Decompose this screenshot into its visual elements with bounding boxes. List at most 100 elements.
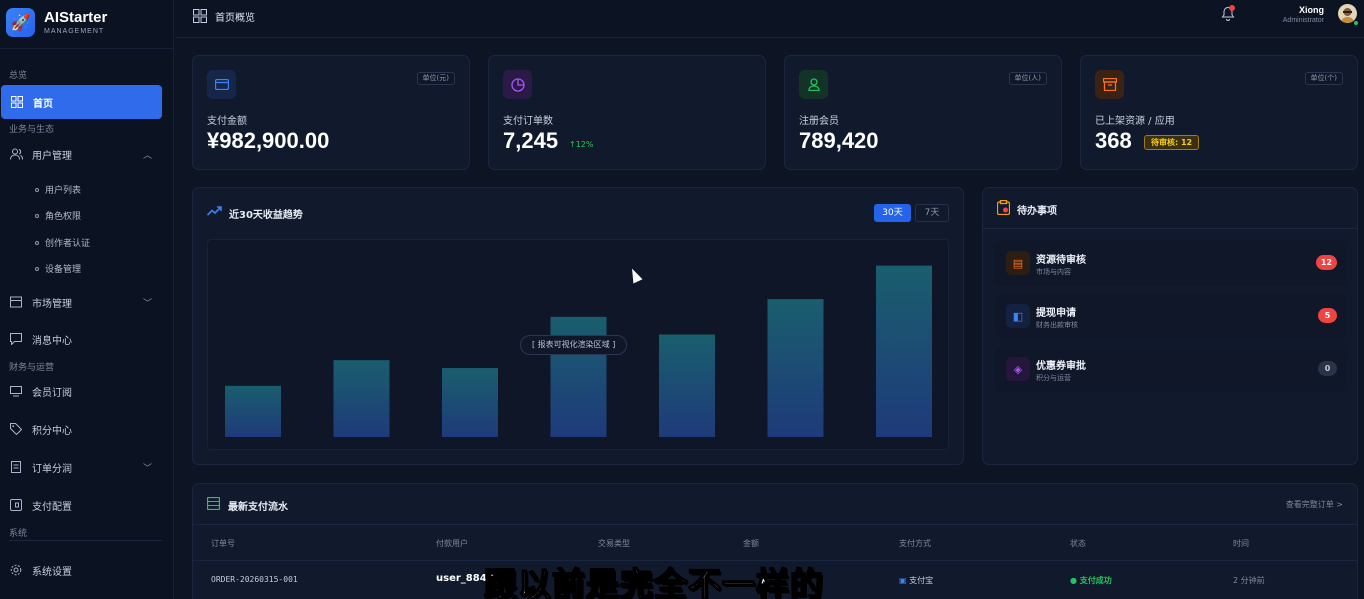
sidebar-sub-user-list[interactable]: 用户列表: [35, 183, 81, 196]
top-header: 首页概览 Xiong Administrator: [175, 0, 1364, 38]
todo-item-sub: 积分与运营: [1036, 374, 1071, 382]
unit-badge: 单位(个): [1304, 72, 1343, 85]
chart-placeholder-label: [ 报表可视化渲染区域 ]: [520, 335, 628, 355]
sidebar-item-messages[interactable]: 消息中心: [0, 325, 174, 353]
column-header[interactable]: 订单号: [211, 538, 235, 549]
points-icon: [9, 422, 23, 436]
rocket-icon: 🚀: [6, 7, 35, 37]
section-system: 系统: [9, 529, 28, 539]
sidebar-item-membership[interactable]: 会员订阅: [0, 377, 174, 405]
user-role: Administrator: [1282, 17, 1324, 24]
card-icon: [207, 70, 236, 99]
column-header[interactable]: 交易类型: [598, 538, 630, 549]
order-icon: [9, 460, 23, 474]
todo-item-resource-review[interactable]: ▤ 资源待审核 市场与内容 12: [995, 241, 1347, 286]
stat-value: ¥982,900.00: [207, 128, 330, 153]
column-header[interactable]: 金额: [743, 538, 759, 549]
todo-card: 待办事项 ▤ 资源待审核 市场与内容 12 ◧ 提现申请 财务出款审核 5 ◈ …: [982, 187, 1358, 465]
sidebar-item-points[interactable]: 积分中心: [0, 415, 174, 443]
dashboard-icon: [10, 95, 24, 109]
divider: [0, 48, 174, 49]
sidebar: 🚀 AIStarter MANAGEMENT 总览 首页 业务与生态 用户管理 …: [0, 0, 174, 599]
status-badge: ● 支付成功: [1070, 576, 1112, 585]
sidebar-item-label: 支付配置: [32, 501, 72, 513]
sidebar-item-label: 积分中心: [32, 425, 72, 437]
todo-item-sub: 财务出款审核: [1036, 321, 1078, 329]
bar-2[interactable]: [333, 360, 390, 437]
stat-card-orders: 支付订单数 7,245 ↑12%: [488, 55, 766, 170]
user-icon: [799, 70, 828, 99]
order-id-cell[interactable]: ORDER-20260315-001: [211, 575, 298, 584]
stat-label: 已上架资源 / 应用: [1095, 116, 1175, 127]
store-icon: [9, 295, 23, 309]
divider: [9, 540, 162, 541]
sidebar-sub-roles[interactable]: 角色权限: [35, 209, 81, 222]
column-header[interactable]: 时间: [1233, 538, 1249, 549]
sidebar-item-label: 首页: [33, 98, 53, 110]
sidebar-item-payment[interactable]: 支付配置: [0, 491, 174, 519]
trend-up-label: ↑12%: [569, 140, 594, 149]
sidebar-item-label: 订单分润: [32, 463, 72, 475]
payment-icon: [9, 498, 23, 512]
todo-item-withdraw[interactable]: ◧ 提现申请 财务出款审核 5: [995, 294, 1347, 339]
brand[interactable]: 🚀 AIStarter MANAGEMENT: [6, 6, 107, 38]
sidebar-item-settings[interactable]: 系统设置: [0, 556, 174, 584]
chevron-down-icon: ﹀: [142, 463, 152, 474]
trending-up-icon: [206, 205, 222, 220]
unit-badge: 单位(人): [1008, 72, 1047, 85]
video-subtitle: 跟以前是完全不一样的: [483, 564, 824, 599]
column-header[interactable]: 状态: [1070, 538, 1086, 549]
stat-card-members: 单位(人) 注册会员 789,420: [784, 55, 1062, 170]
time-cell: 2 分钟前: [1233, 576, 1265, 585]
sidebar-item-label: 消息中心: [32, 335, 72, 347]
revenue-trend-card: 近30天收益趋势 30天 7天 [ 报表可视化渲染区域 ]: [192, 187, 964, 465]
section-finance: 财务与运营: [9, 363, 55, 373]
archive-icon: [1095, 70, 1124, 99]
todo-title: 待办事项: [1017, 206, 1057, 217]
stat-label: 支付订单数: [503, 116, 553, 127]
stat-card-resources: 单位(个) 已上架资源 / 应用 368 待审核: 12: [1080, 55, 1358, 170]
bar-6[interactable]: [767, 299, 824, 437]
stat-label: 注册会员: [799, 116, 839, 127]
sidebar-item-users[interactable]: 用户管理 ︿: [0, 140, 174, 168]
todo-item-name: 提现申请: [1036, 308, 1076, 319]
unit-badge: 单位(元): [416, 72, 455, 85]
todo-item-name: 优惠券审批: [1036, 361, 1086, 372]
range-30d-button[interactable]: 30天: [874, 204, 911, 222]
page-title: 首页概览: [215, 13, 255, 24]
sidebar-item-market[interactable]: 市场管理 ﹀: [0, 288, 174, 316]
chart-card-title: 近30天收益趋势: [229, 210, 303, 221]
sidebar-item-label: 系统设置: [32, 566, 72, 578]
chevron-down-icon: ﹀: [142, 298, 152, 309]
bar-7[interactable]: [876, 265, 932, 437]
bar-3[interactable]: [442, 368, 498, 437]
bar-5[interactable]: [659, 334, 715, 437]
sidebar-sub-creator[interactable]: 创作者认证: [35, 236, 90, 249]
count-badge: 0: [1318, 361, 1337, 376]
range-7d-button[interactable]: 7天: [915, 204, 949, 222]
bar-1[interactable]: [225, 385, 281, 437]
clipboard-icon: [996, 199, 1011, 219]
wallet-icon: ◧: [1006, 304, 1030, 328]
message-icon: [9, 332, 23, 346]
sidebar-item-home[interactable]: 首页: [1, 85, 162, 119]
alipay-icon: ▣: [899, 576, 907, 585]
count-badge: 12: [1315, 255, 1337, 270]
payment-method-cell: ▣ 支付宝: [899, 576, 934, 585]
section-overview: 总览: [9, 71, 28, 81]
todo-item-coupon[interactable]: ◈ 优惠券审批 积分与运营 0: [995, 347, 1347, 392]
table-icon: [206, 496, 221, 514]
dashboard-icon: [193, 8, 207, 23]
section-business: 业务与生态: [9, 125, 55, 135]
sidebar-sub-devices[interactable]: 设备管理: [35, 262, 81, 275]
sidebar-item-orders[interactable]: 订单分润 ﹀: [0, 453, 174, 481]
column-header[interactable]: 付款用户: [436, 538, 468, 549]
column-header[interactable]: 支付方式: [899, 538, 931, 549]
brand-name: AIStarter: [44, 8, 108, 26]
stat-value: 7,245: [503, 128, 559, 153]
tag-icon: ◈: [1006, 357, 1030, 381]
user-name: Xiong: [1299, 5, 1324, 15]
notification-badge: [1229, 5, 1235, 11]
view-all-orders-link[interactable]: 查看完整订单 >: [1286, 499, 1343, 510]
stat-value: 368: [1095, 128, 1132, 153]
